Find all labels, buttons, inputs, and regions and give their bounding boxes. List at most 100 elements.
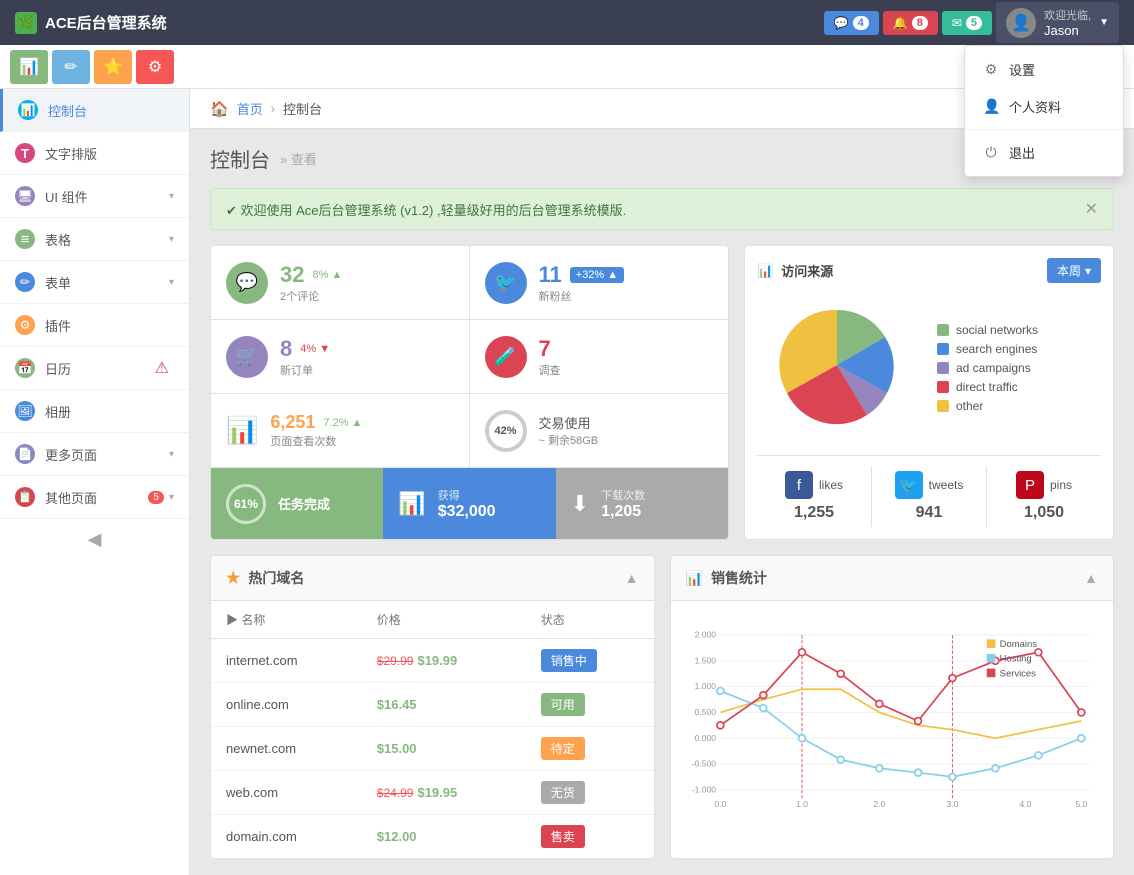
chevron-down-icon-4: ▾ [169,449,174,460]
sidebar-item-other-pages[interactable]: 📋 其他页面 5 ▾ [0,476,189,519]
period-button[interactable]: 本周 ▾ [1047,258,1101,283]
svg-text:3.0: 3.0 [946,799,958,809]
surveys-icon: 🧪 [485,336,527,378]
profile-menu-item[interactable]: 👤 个人资料 [965,88,1123,125]
downloads-label: 下载次数 [601,487,645,503]
svg-text:1.000: 1.000 [694,681,716,691]
followers-number: 11 [539,262,562,288]
legend-search: search engines [937,342,1101,356]
nav-btn-star[interactable]: ⭐ [94,50,132,84]
followers-label: 新粉丝 [539,288,714,304]
orders-change: 4% ▼ [300,343,330,355]
messages-button[interactable]: 💬 4 [824,11,879,35]
sidebar-icon-ui: 🖥 [15,186,35,206]
downloads-card: ⬇ 下载次数 1,205 [556,468,728,539]
nav-btn-edit[interactable]: ✏ [52,50,90,84]
tasks-progress-circle: 61% [226,484,266,524]
domains-section: ★ 热门域名 ▲ ▶ 名称 价格 状态 [210,555,655,859]
surveys-number: 7 [539,336,551,361]
domain-name: online.com [211,683,362,727]
sidebar-item-dashboard[interactable]: 📊 控制台 [0,89,189,132]
table-row: newnet.com $15.00 待定 [211,727,654,771]
domain-name: internet.com [211,639,362,683]
sidebar-icon-dashboard: 📊 [18,100,38,120]
breadcrumb-current: 控制台 [283,99,322,118]
table-row: online.com $16.45 可用 [211,683,654,727]
alert-close-button[interactable]: ✕ [1085,199,1098,219]
stat-comments: 💬 32 8% ▲ 2个评论 [211,246,470,320]
likes-count: 1,255 [794,504,834,522]
sidebar-item-calendar[interactable]: 📅 日历 ⚠ [0,347,189,390]
user-menu-button[interactable]: 👤 欢迎光临, Jason ▼ [996,2,1119,43]
domain-price: $15.00 [362,727,526,771]
orders-number: 8 [280,336,292,362]
domain-name: domain.com [211,815,362,859]
sales-header: 📊 销售统计 ▲ [671,556,1114,601]
mail-button[interactable]: ✉ 5 [942,11,992,35]
svg-text:4.0: 4.0 [1019,799,1031,809]
col-price: 价格 [362,601,526,639]
followers-icon: 🐦 [485,262,527,304]
bell-button[interactable]: 🔔 8 [883,11,938,35]
sidebar-collapse-btn[interactable]: ◀ [0,519,189,560]
domain-status: 待定 [526,727,654,771]
nav-btn-settings[interactable]: ⚙ [136,50,174,84]
stat-followers: 🐦 11 +32% ▲ 新粉丝 [470,246,729,320]
sidebar: 📊 控制台 T 文字排版 🖥 UI 组件 ▾ ≡ 表格 ▾ ✏ 表单 ▾ ⚙ 插… [0,89,190,875]
earned-label: 获得 [438,487,496,503]
legend-other: other [937,399,1101,413]
chart-body: social networks search engines ad campai… [757,295,1101,445]
profile-label: 个人资料 [1009,97,1061,116]
svg-text:Services: Services [999,668,1035,679]
legend-ad: ad campaigns [937,361,1101,375]
calendar-warning-icon: ⚠ [155,358,169,378]
sidebar-icon-other-pages: 📋 [15,487,35,507]
pie-chart [757,295,927,445]
tweets-count: 941 [916,504,943,522]
legend-dot-ad [937,362,949,374]
domain-status: 销售中 [526,639,654,683]
col-status: 状态 [526,601,654,639]
svg-text:0.500: 0.500 [694,707,716,717]
stat-orders: 🛒 8 4% ▼ 新订单 [211,320,470,394]
col-name: ▶ 名称 [211,601,362,639]
logo-icon: 🌿 [15,12,37,34]
sidebar-item-tables[interactable]: ≡ 表格 ▾ [0,218,189,261]
sidebar-icon-forms: ✏ [15,272,35,292]
sidebar-icon-typography: T [15,143,35,163]
pageviews-number: 6,251 [270,412,315,433]
app-title: ACE后台管理系统 [45,12,167,33]
breadcrumb-home-label[interactable]: 首页 [237,99,263,118]
sales-collapse-button[interactable]: ▲ [1084,570,1098,586]
svg-text:-1.000: -1.000 [691,784,716,794]
logout-label: 退出 [1009,143,1035,162]
settings-menu-item[interactable]: ⚙ 设置 [965,51,1123,88]
home-icon: 🏠 [210,100,229,118]
legend-dot-other [937,400,949,412]
alert-message: ✔ 欢迎使用 Ace后台管理系统 (v1.2) ,轻量级好用的后台管理系统模版. [226,200,626,219]
logout-menu-item[interactable]: ⏻ 退出 [965,134,1123,171]
sidebar-item-typography[interactable]: T 文字排版 [0,132,189,175]
comments-label: 2个评论 [280,288,454,304]
stats-bottom-bar: 61% 任务完成 📊 获得 $32,000 [211,467,728,539]
caret-down-icon: ▾ [1085,264,1091,278]
power-icon: ⏻ [983,144,999,161]
nav-btn-chart[interactable]: 📊 [10,50,48,84]
comments-icon: 💬 [226,262,268,304]
domain-status: 可用 [526,683,654,727]
orders-label: 新订单 [280,362,454,378]
message-icon: 💬 [834,16,849,30]
sidebar-item-forms[interactable]: ✏ 表单 ▾ [0,261,189,304]
user-greeting: 欢迎光临, [1044,7,1091,23]
svg-text:Hosting: Hosting [999,654,1031,665]
chevron-down-icon: ▾ [169,191,174,202]
tasks-card: 61% 任务完成 [211,468,383,539]
sidebar-item-ui[interactable]: 🖥 UI 组件 ▾ [0,175,189,218]
table-header-row: ▶ 名称 价格 状态 [211,601,654,639]
sidebar-item-more-pages[interactable]: 📄 更多页面 ▾ [0,433,189,476]
pins-label: pins [1050,478,1072,492]
pageviews-change: 7.2% ▲ [323,417,362,429]
domains-collapse-button[interactable]: ▲ [625,570,639,586]
sidebar-item-gallery[interactable]: 🖼 相册 [0,390,189,433]
sidebar-item-plugins[interactable]: ⚙ 插件 [0,304,189,347]
